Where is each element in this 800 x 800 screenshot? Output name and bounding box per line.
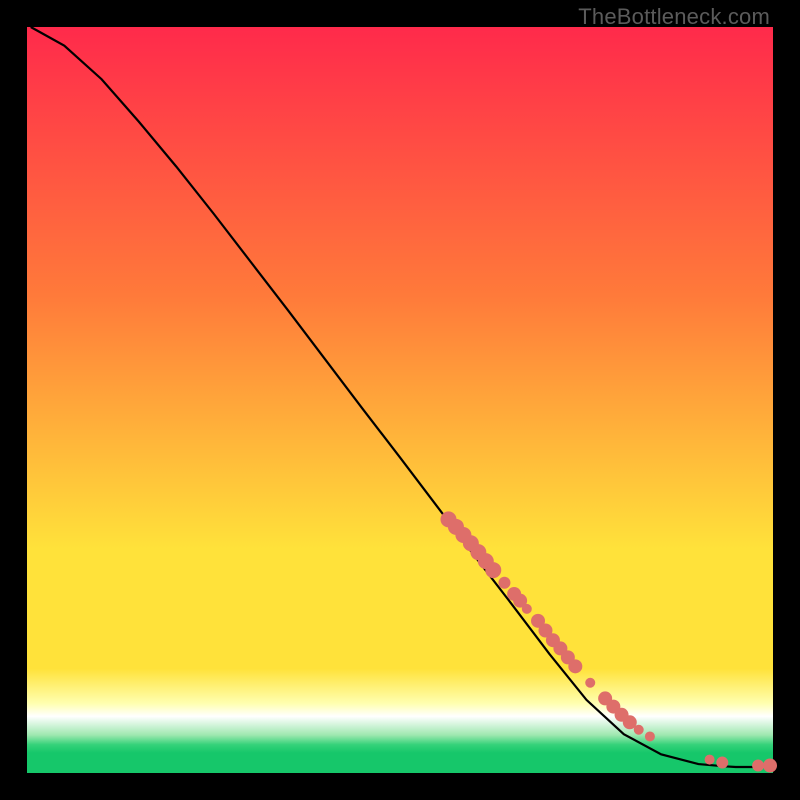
data-marker [568,659,582,673]
data-marker [716,757,728,769]
data-marker [498,577,510,589]
chart-root: TheBottleneck.com [0,0,800,800]
data-marker [485,562,501,578]
data-marker [634,725,644,735]
data-marker [645,731,655,741]
curve-line [31,27,772,767]
data-marker [763,759,777,773]
data-marker [752,760,764,772]
data-marker [585,678,595,688]
data-marker [705,755,715,765]
data-markers [440,511,777,772]
data-marker [522,604,532,614]
plot-area [27,27,773,773]
chart-overlay [27,27,773,773]
